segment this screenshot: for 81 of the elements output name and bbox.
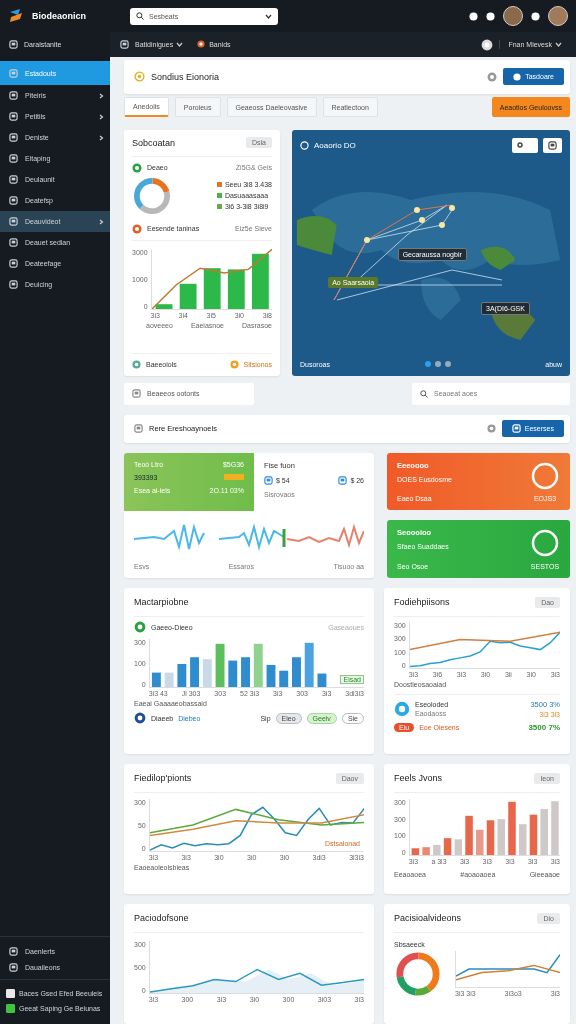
- chart-bar: [454, 839, 462, 855]
- brand-name: Biodeaonicn: [32, 11, 87, 21]
- zoom-button[interactable]: [512, 137, 538, 153]
- chart-bar: [443, 838, 451, 855]
- square-icon: [9, 946, 18, 956]
- square-icon: [9, 259, 18, 268]
- card-title: Mactarpiobne: [134, 597, 189, 607]
- chart-bar: [540, 809, 548, 855]
- chart-bar: [475, 829, 484, 855]
- caret-icon: [176, 42, 184, 47]
- caret-icon: [265, 13, 272, 19]
- chevron-icon: [98, 134, 104, 141]
- ring-icon: [530, 528, 560, 559]
- chart-bar: [253, 643, 263, 687]
- avatar[interactable]: [548, 6, 568, 26]
- square-icon: [9, 280, 18, 289]
- chart-bar: [529, 814, 537, 855]
- chart-bar: [179, 283, 197, 309]
- stat-value: 3500 7%: [528, 723, 560, 732]
- square-icon: [9, 112, 18, 121]
- card-title: Paciodofsone: [134, 913, 189, 923]
- search-icon: [420, 389, 428, 398]
- zoom-button[interactable]: [543, 137, 562, 153]
- chart-bar: [304, 642, 314, 687]
- chart-bar: [465, 815, 473, 855]
- caret-icon: [555, 42, 562, 47]
- chart-bar: [240, 657, 250, 687]
- map-title: Aoaorio DO: [314, 140, 356, 150]
- chart-bar: [518, 824, 527, 855]
- chart-bar: [550, 801, 559, 855]
- chart-bar: [155, 304, 173, 309]
- chart-bar: [432, 844, 441, 855]
- card-title: Pacisioalvideons: [394, 913, 462, 923]
- square-icon: [9, 175, 18, 184]
- square-icon: [9, 91, 18, 100]
- chart-bar: [151, 672, 161, 687]
- chart-bar: [215, 643, 225, 687]
- coin-icon: [134, 71, 145, 83]
- square-icon: [9, 133, 18, 142]
- square-icon: [9, 154, 18, 163]
- search-icon: [136, 12, 144, 20]
- chevron-icon: [98, 92, 104, 99]
- card-title: Fodiehpiisons: [394, 597, 450, 607]
- chart-bar: [507, 801, 516, 855]
- chart-bar: [228, 660, 237, 687]
- chart-bar: [177, 663, 186, 687]
- card-title: Feels Jvons: [394, 773, 443, 783]
- chart-bar: [486, 820, 494, 855]
- page-dot[interactable]: [444, 361, 451, 368]
- ring-icon: [530, 460, 560, 491]
- chart-bar: [278, 670, 288, 687]
- donut-chart: [132, 175, 172, 216]
- chart-bar: [203, 268, 221, 309]
- chart-bar: [411, 848, 419, 855]
- chart-bar: [497, 819, 505, 855]
- page-dot[interactable]: [434, 361, 441, 368]
- card-title: Fiedilop'pionts: [134, 773, 192, 783]
- square-icon: [9, 238, 18, 247]
- square-icon: [9, 68, 18, 78]
- chevron-icon: [98, 218, 104, 225]
- avatar[interactable]: [503, 6, 523, 26]
- chart-bar: [422, 847, 430, 855]
- square-icon: [9, 40, 18, 49]
- chart-bar: [291, 657, 301, 687]
- page-dot[interactable]: [424, 361, 431, 368]
- logo-icon: [8, 8, 24, 24]
- chevron-icon: [98, 113, 104, 120]
- chart-bar: [317, 673, 327, 687]
- square-icon: [9, 962, 18, 972]
- chart-bar: [202, 659, 212, 687]
- donut-chart: [394, 950, 442, 998]
- highlight-swatch: [224, 474, 244, 481]
- chart-bar: [227, 269, 245, 309]
- chart-bar: [164, 672, 174, 687]
- chart-bar: [266, 664, 276, 687]
- chart-bar: [251, 253, 269, 309]
- square-icon: [9, 196, 18, 205]
- chart-bar: [189, 657, 199, 687]
- page-title: Sondius Eionoria: [151, 71, 220, 82]
- square-icon: [9, 217, 18, 226]
- card-title: Sobcoatan: [132, 137, 176, 148]
